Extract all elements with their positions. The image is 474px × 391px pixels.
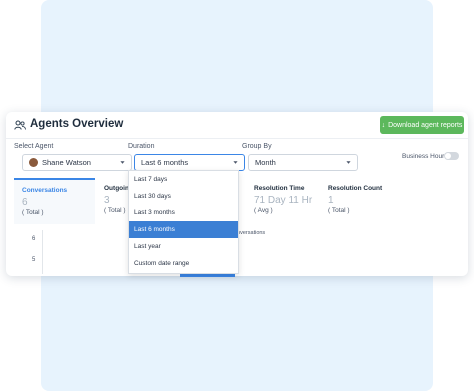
- dropdown-item-last-3-months[interactable]: Last 3 months: [129, 205, 238, 222]
- agent-select[interactable]: Shane Watson: [22, 154, 132, 171]
- tab-title: Resolution Time: [254, 185, 305, 192]
- tab-value: 6: [22, 197, 28, 208]
- tab-title: Conversations: [22, 187, 68, 194]
- group-by-select[interactable]: Month: [248, 154, 358, 171]
- chevron-down-icon: [233, 161, 238, 164]
- chevron-down-icon: [346, 161, 351, 164]
- dropdown-item-last-6-months[interactable]: Last 6 months: [129, 221, 238, 239]
- tab-title: Resolution Count: [328, 185, 383, 192]
- dropdown-item-last-year[interactable]: Last year: [129, 238, 238, 255]
- duration-label: Duration: [128, 143, 155, 150]
- group-by-label: Group By: [242, 143, 272, 150]
- avatar: [29, 158, 38, 167]
- tab-value: 1: [328, 195, 334, 206]
- business-hours-label: Business Hours: [402, 153, 448, 160]
- business-hours-toggle[interactable]: [444, 152, 459, 160]
- dropdown-item-last-7-days[interactable]: Last 7 days: [129, 171, 238, 188]
- tab-resolution-count[interactable]: Resolution Count 1 ( Total ): [320, 178, 400, 224]
- tab-resolution-time[interactable]: Resolution Time 71 Day 11 Hr ( Avg ): [246, 178, 318, 224]
- chart-area: 6 5 onversations: [14, 230, 464, 274]
- page-title: Agents Overview: [30, 118, 124, 130]
- y-axis-line: [42, 230, 43, 274]
- y-tick: 5: [32, 257, 36, 263]
- group-by-select-value: Month: [255, 158, 276, 167]
- tab-value: 71 Day 11 Hr: [254, 195, 313, 206]
- select-agent-label: Select Agent: [14, 143, 54, 150]
- dropdown-item-custom-date-range[interactable]: Custom date range: [129, 255, 238, 272]
- duration-select[interactable]: Last 6 months: [134, 154, 245, 171]
- download-agent-reports-button[interactable]: ↓ Download agent reports: [380, 116, 464, 134]
- chevron-down-icon: [120, 161, 125, 164]
- agents-icon: [14, 120, 26, 130]
- dropdown-item-last-30-days[interactable]: Last 30 days: [129, 188, 238, 205]
- duration-select-value: Last 6 months: [141, 158, 189, 167]
- metric-tabs: Conversations 6 ( Total ) Outgoing M 3 (…: [14, 178, 464, 224]
- tab-sub: ( Avg ): [254, 207, 273, 214]
- card-header: Agents Overview ↓ Download agent reports: [6, 112, 468, 139]
- duration-dropdown-menu: Last 7 days Last 30 days Last 3 months L…: [128, 170, 239, 274]
- tab-sub: ( Total ): [328, 207, 350, 214]
- download-button-label: Download agent reports: [388, 121, 463, 129]
- tab-conversations[interactable]: Conversations 6 ( Total ): [14, 178, 95, 224]
- y-tick: 6: [32, 236, 36, 242]
- agent-select-value: Shane Watson: [42, 158, 91, 167]
- tab-sub: ( Total ): [22, 209, 44, 216]
- download-icon: ↓: [381, 121, 386, 129]
